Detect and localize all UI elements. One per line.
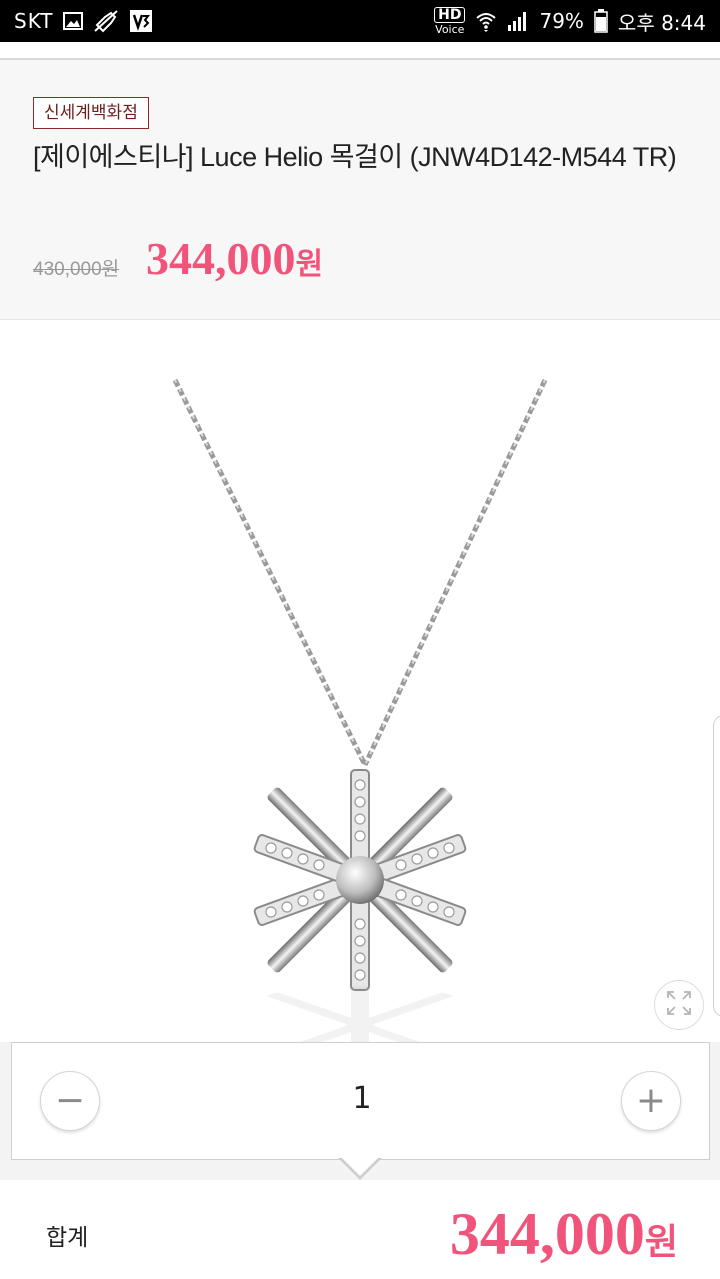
- expand-image-button[interactable]: [654, 980, 704, 1030]
- original-price: 430,000원: [33, 259, 120, 280]
- top-spacer: [0, 42, 720, 58]
- mute-icon: [93, 9, 119, 33]
- quantity-panel: − 1 +: [0, 1042, 720, 1182]
- signal-icon: [507, 10, 529, 32]
- product-header: 신세계백화점 [제이에스티나] Luce Helio 목걸이 (JNW4D142…: [0, 60, 720, 320]
- total-price: 344,000원: [450, 1204, 678, 1264]
- hd-label: HD: [434, 7, 466, 23]
- wifi-icon: [475, 10, 497, 32]
- total-label: 합계: [46, 1225, 89, 1251]
- side-drawer-handle[interactable]: [713, 715, 720, 1017]
- product-image[interactable]: [0, 320, 720, 1042]
- store-badge[interactable]: 신세계백화점: [33, 97, 149, 129]
- product-title: [제이에스티나] Luce Helio 목걸이 (JNW4D142-M544 T…: [33, 142, 677, 172]
- hd-voice-indicator: HD Voice: [434, 7, 466, 36]
- quantity-value: 1: [352, 1081, 372, 1116]
- battery-icon: [594, 9, 608, 33]
- sale-price: 344,000원: [146, 232, 323, 285]
- total-price-currency: 원: [644, 1222, 678, 1263]
- battery-percent: 79%: [539, 9, 584, 33]
- pointer-arrow: [340, 1156, 380, 1176]
- status-bar: SKT HD Voice 79% 오후 8:44: [0, 0, 720, 42]
- sale-price-number: 344,000: [146, 233, 296, 284]
- status-bar-right: HD Voice 79% 오후 8:44: [434, 7, 706, 36]
- total-panel: 합계 344,000원: [0, 1180, 720, 1279]
- gallery-icon: [63, 12, 84, 30]
- sale-price-currency: 원: [295, 247, 324, 282]
- increase-quantity-button[interactable]: +: [621, 1071, 681, 1131]
- necklace-illustration: [172, 378, 548, 1042]
- decrease-quantity-button[interactable]: −: [40, 1071, 100, 1131]
- expand-icon: [665, 989, 693, 1022]
- voice-label: Voice: [435, 23, 465, 36]
- total-price-number: 344,000: [449, 1201, 645, 1267]
- clock: 오후 8:44: [617, 10, 706, 35]
- status-bar-left: SKT: [14, 9, 153, 33]
- v3-app-icon: [129, 9, 153, 33]
- quantity-stepper: − 1 +: [11, 1042, 710, 1160]
- carrier-name: SKT: [14, 9, 54, 33]
